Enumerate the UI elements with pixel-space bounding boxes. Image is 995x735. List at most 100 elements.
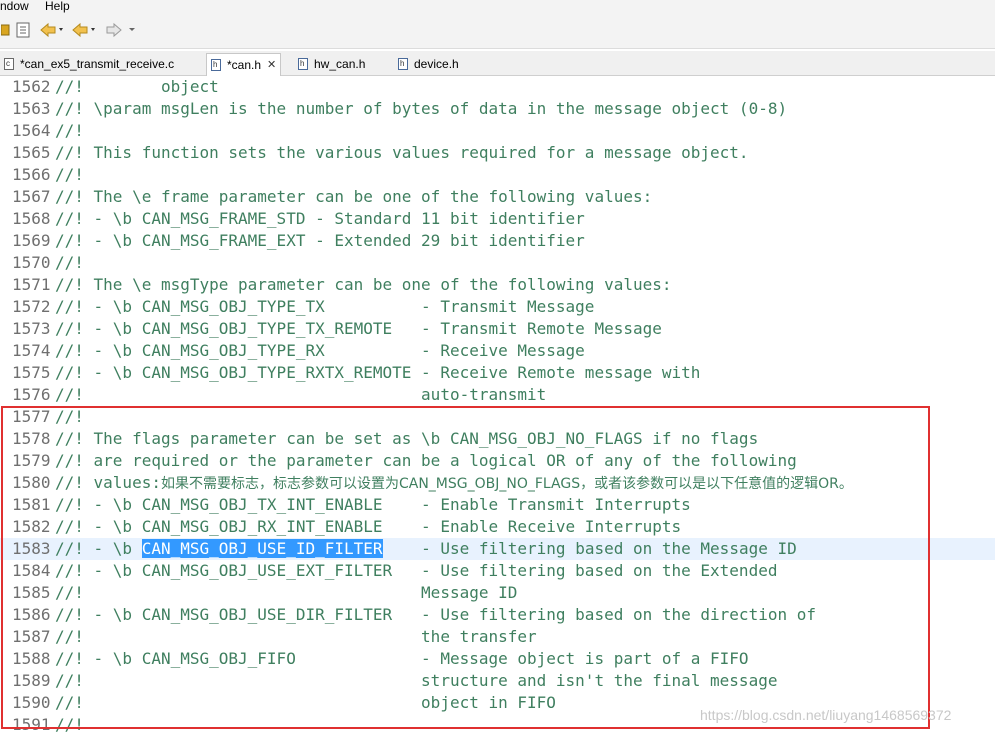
code-text[interactable]: //! - \b CAN_MSG_FRAME_STD - Standard 11… xyxy=(55,208,585,230)
line-number: 1570 xyxy=(12,253,51,272)
code-text[interactable]: //! - \b CAN_MSG_OBJ_USE_DIR_FILTER - Us… xyxy=(55,604,816,626)
code-line[interactable]: 1584//! - \b CAN_MSG_OBJ_USE_EXT_FILTER … xyxy=(0,560,995,582)
code-line[interactable]: 1571//! The \e msgType parameter can be … xyxy=(0,274,995,296)
tab-label: device.h xyxy=(414,57,459,71)
code-line[interactable]: 1568//! - \b CAN_MSG_FRAME_STD - Standar… xyxy=(0,208,995,230)
code-line[interactable]: 1573//! - \b CAN_MSG_OBJ_TYPE_TX_REMOTE … xyxy=(0,318,995,340)
code-text[interactable]: //! the transfer xyxy=(55,626,537,648)
code-text[interactable]: //! The flags parameter can be set as \b… xyxy=(55,428,758,450)
code-line[interactable]: 1566//! xyxy=(0,164,995,186)
code-text[interactable]: //! - \b CAN_MSG_OBJ_TYPE_RXTX_REMOTE - … xyxy=(55,362,700,384)
code-text[interactable]: //! are required or the parameter can be… xyxy=(55,450,797,472)
line-number: 1584 xyxy=(12,561,51,580)
close-icon[interactable]: ✕ xyxy=(267,54,276,76)
menu-window[interactable]: ndow xyxy=(0,0,29,13)
code-text[interactable]: //! - \b CAN_MSG_OBJ_USE_ID_FILTER - Use… xyxy=(55,538,797,560)
code-text[interactable]: //! xyxy=(55,120,84,142)
code-line[interactable]: 1563//! \param msgLen is the number of b… xyxy=(0,98,995,120)
code-segment: //! xyxy=(55,121,84,140)
code-text[interactable]: //! - \b CAN_MSG_OBJ_RX_INT_ENABLE - Ena… xyxy=(55,516,681,538)
code-line[interactable]: 1581//! - \b CAN_MSG_OBJ_TX_INT_ENABLE -… xyxy=(0,494,995,516)
menu-bar: ndow Help xyxy=(0,0,995,14)
code-editor[interactable]: 1562//! object 1563//! \param msgLen is t… xyxy=(0,76,995,735)
code-text[interactable]: //! The \e msgType parameter can be one … xyxy=(55,274,672,296)
code-line[interactable]: 1588//! - \b CAN_MSG_OBJ_FIFO - Message … xyxy=(0,648,995,670)
code-line[interactable]: 1569//! - \b CAN_MSG_FRAME_EXT - Extende… xyxy=(0,230,995,252)
code-line[interactable]: 1570//! xyxy=(0,252,995,274)
code-line[interactable]: 1576//! auto-transmit xyxy=(0,384,995,406)
code-segment: //! - \b CAN_MSG_OBJ_RX_INT_ENABLE - Ena… xyxy=(55,517,682,536)
code-segment: //! structure and isn't the final messag… xyxy=(55,671,778,690)
code-text[interactable]: //! The \e frame parameter can be one of… xyxy=(55,186,652,208)
line-number: 1571 xyxy=(12,275,51,294)
line-number: 1568 xyxy=(12,209,51,228)
code-line[interactable]: 1579//! are required or the parameter ca… xyxy=(0,450,995,472)
code-line[interactable]: 1580//! values:如果不需要标志，标志参数可以设置为CAN_MSG_… xyxy=(0,472,995,494)
code-line[interactable]: 1565//! This function sets the various v… xyxy=(0,142,995,164)
tab-can-h[interactable]: h *can.h ✕ xyxy=(206,53,282,76)
code-segment: //! This function sets the various value… xyxy=(55,143,749,162)
code-text[interactable]: //! Message ID xyxy=(55,582,517,604)
code-text[interactable]: //! xyxy=(55,406,84,428)
code-line[interactable]: 1567//! The \e frame parameter can be on… xyxy=(0,186,995,208)
back-history-icon[interactable] xyxy=(70,18,98,42)
code-line[interactable]: 1564//! xyxy=(0,120,995,142)
code-text[interactable]: //! xyxy=(55,252,84,274)
code-text[interactable]: //! - \b CAN_MSG_OBJ_FIFO - Message obje… xyxy=(55,648,749,670)
code-segment: //! - \b CAN_MSG_OBJ_TYPE_RXTX_REMOTE - … xyxy=(55,363,701,382)
code-text[interactable]: //! structure and isn't the final messag… xyxy=(55,670,777,692)
selected-text[interactable]: CAN_MSG_OBJ_USE_ID_FILTER xyxy=(141,539,383,558)
code-text[interactable]: //! - \b CAN_MSG_OBJ_TYPE_TX_REMOTE - Tr… xyxy=(55,318,662,340)
code-line[interactable]: 1562//! object xyxy=(0,76,995,98)
code-text[interactable]: //! - \b CAN_MSG_OBJ_TX_INT_ENABLE - Ena… xyxy=(55,494,691,516)
code-text[interactable]: //! - \b CAN_MSG_OBJ_USE_EXT_FILTER - Us… xyxy=(55,560,777,582)
code-segment: - Use filtering based on the Message ID xyxy=(382,539,797,558)
line-number: 1569 xyxy=(12,231,51,250)
code-text[interactable]: //! This function sets the various value… xyxy=(55,142,749,164)
tab-hw-can-h[interactable]: h hw_can.h xyxy=(298,53,365,75)
line-number: 1577 xyxy=(12,407,51,426)
h-file-icon: h xyxy=(298,58,308,70)
code-line[interactable]: 1577//! xyxy=(0,406,995,428)
code-line[interactable]: 1574//! - \b CAN_MSG_OBJ_TYPE_RX - Recei… xyxy=(0,340,995,362)
line-number: 1587 xyxy=(12,627,51,646)
code-segment: //! xyxy=(55,253,84,272)
code-segment: //! Message ID xyxy=(55,583,518,602)
code-text[interactable]: //! \param msgLen is the number of bytes… xyxy=(55,98,787,120)
h-file-icon: h xyxy=(398,58,408,70)
code-line[interactable]: 1572//! - \b CAN_MSG_OBJ_TYPE_TX - Trans… xyxy=(0,296,995,318)
line-number: 1589 xyxy=(12,671,51,690)
project-icon[interactable] xyxy=(0,18,12,42)
code-segment: //! - \b CAN_MSG_OBJ_USE_EXT_FILTER - Us… xyxy=(55,561,778,580)
code-line[interactable]: 1582//! - \b CAN_MSG_OBJ_RX_INT_ENABLE -… xyxy=(0,516,995,538)
code-segment: //! - \b CAN_MSG_FRAME_STD - Standard 11… xyxy=(55,209,585,228)
line-number: 1565 xyxy=(12,143,51,162)
code-line[interactable]: 1578//! The flags parameter can be set a… xyxy=(0,428,995,450)
outline-icon[interactable] xyxy=(14,18,32,42)
forward-nav-icon[interactable] xyxy=(104,18,138,42)
code-segment: //! - \b CAN_MSG_OBJ_FIFO - Message obje… xyxy=(55,649,749,668)
code-segment: //! values: xyxy=(55,473,161,492)
code-line[interactable]: 1585//! Message ID xyxy=(0,582,995,604)
code-text[interactable]: //! - \b CAN_MSG_OBJ_TYPE_RX - Receive M… xyxy=(55,340,585,362)
code-line[interactable]: 1575//! - \b CAN_MSG_OBJ_TYPE_RXTX_REMOT… xyxy=(0,362,995,384)
code-text[interactable]: //! object xyxy=(55,76,219,98)
menu-help[interactable]: Help xyxy=(45,0,70,13)
line-number: 1566 xyxy=(12,165,51,184)
code-segment: //! The flags parameter can be set as \b… xyxy=(55,429,759,448)
code-text[interactable]: //! object in FIFO xyxy=(55,692,556,714)
code-text[interactable]: //! - \b CAN_MSG_FRAME_EXT - Extended 29… xyxy=(55,230,585,252)
code-line[interactable]: 1589//! structure and isn't the final me… xyxy=(0,670,995,692)
code-text[interactable]: //! values:如果不需要标志，标志参数可以设置为CAN_MSG_OBJ_… xyxy=(55,472,853,495)
code-text[interactable]: //! - \b CAN_MSG_OBJ_TYPE_TX - Transmit … xyxy=(55,296,594,318)
code-line[interactable]: 1587//! the transfer xyxy=(0,626,995,648)
code-line[interactable]: 1583//! - \b CAN_MSG_OBJ_USE_ID_FILTER -… xyxy=(0,538,995,560)
tab-device-h[interactable]: h device.h xyxy=(398,53,459,75)
code-text[interactable]: //! xyxy=(55,714,84,735)
tab-can-ex5-transmit-receive[interactable]: c *can_ex5_transmit_receive.c xyxy=(4,53,174,75)
code-text[interactable]: //! auto-transmit xyxy=(55,384,546,406)
back-nav-icon[interactable] xyxy=(38,18,66,42)
code-text[interactable]: //! xyxy=(55,164,84,186)
code-segment: //! - \b CAN_MSG_FRAME_EXT - Extended 29… xyxy=(55,231,585,250)
code-line[interactable]: 1586//! - \b CAN_MSG_OBJ_USE_DIR_FILTER … xyxy=(0,604,995,626)
